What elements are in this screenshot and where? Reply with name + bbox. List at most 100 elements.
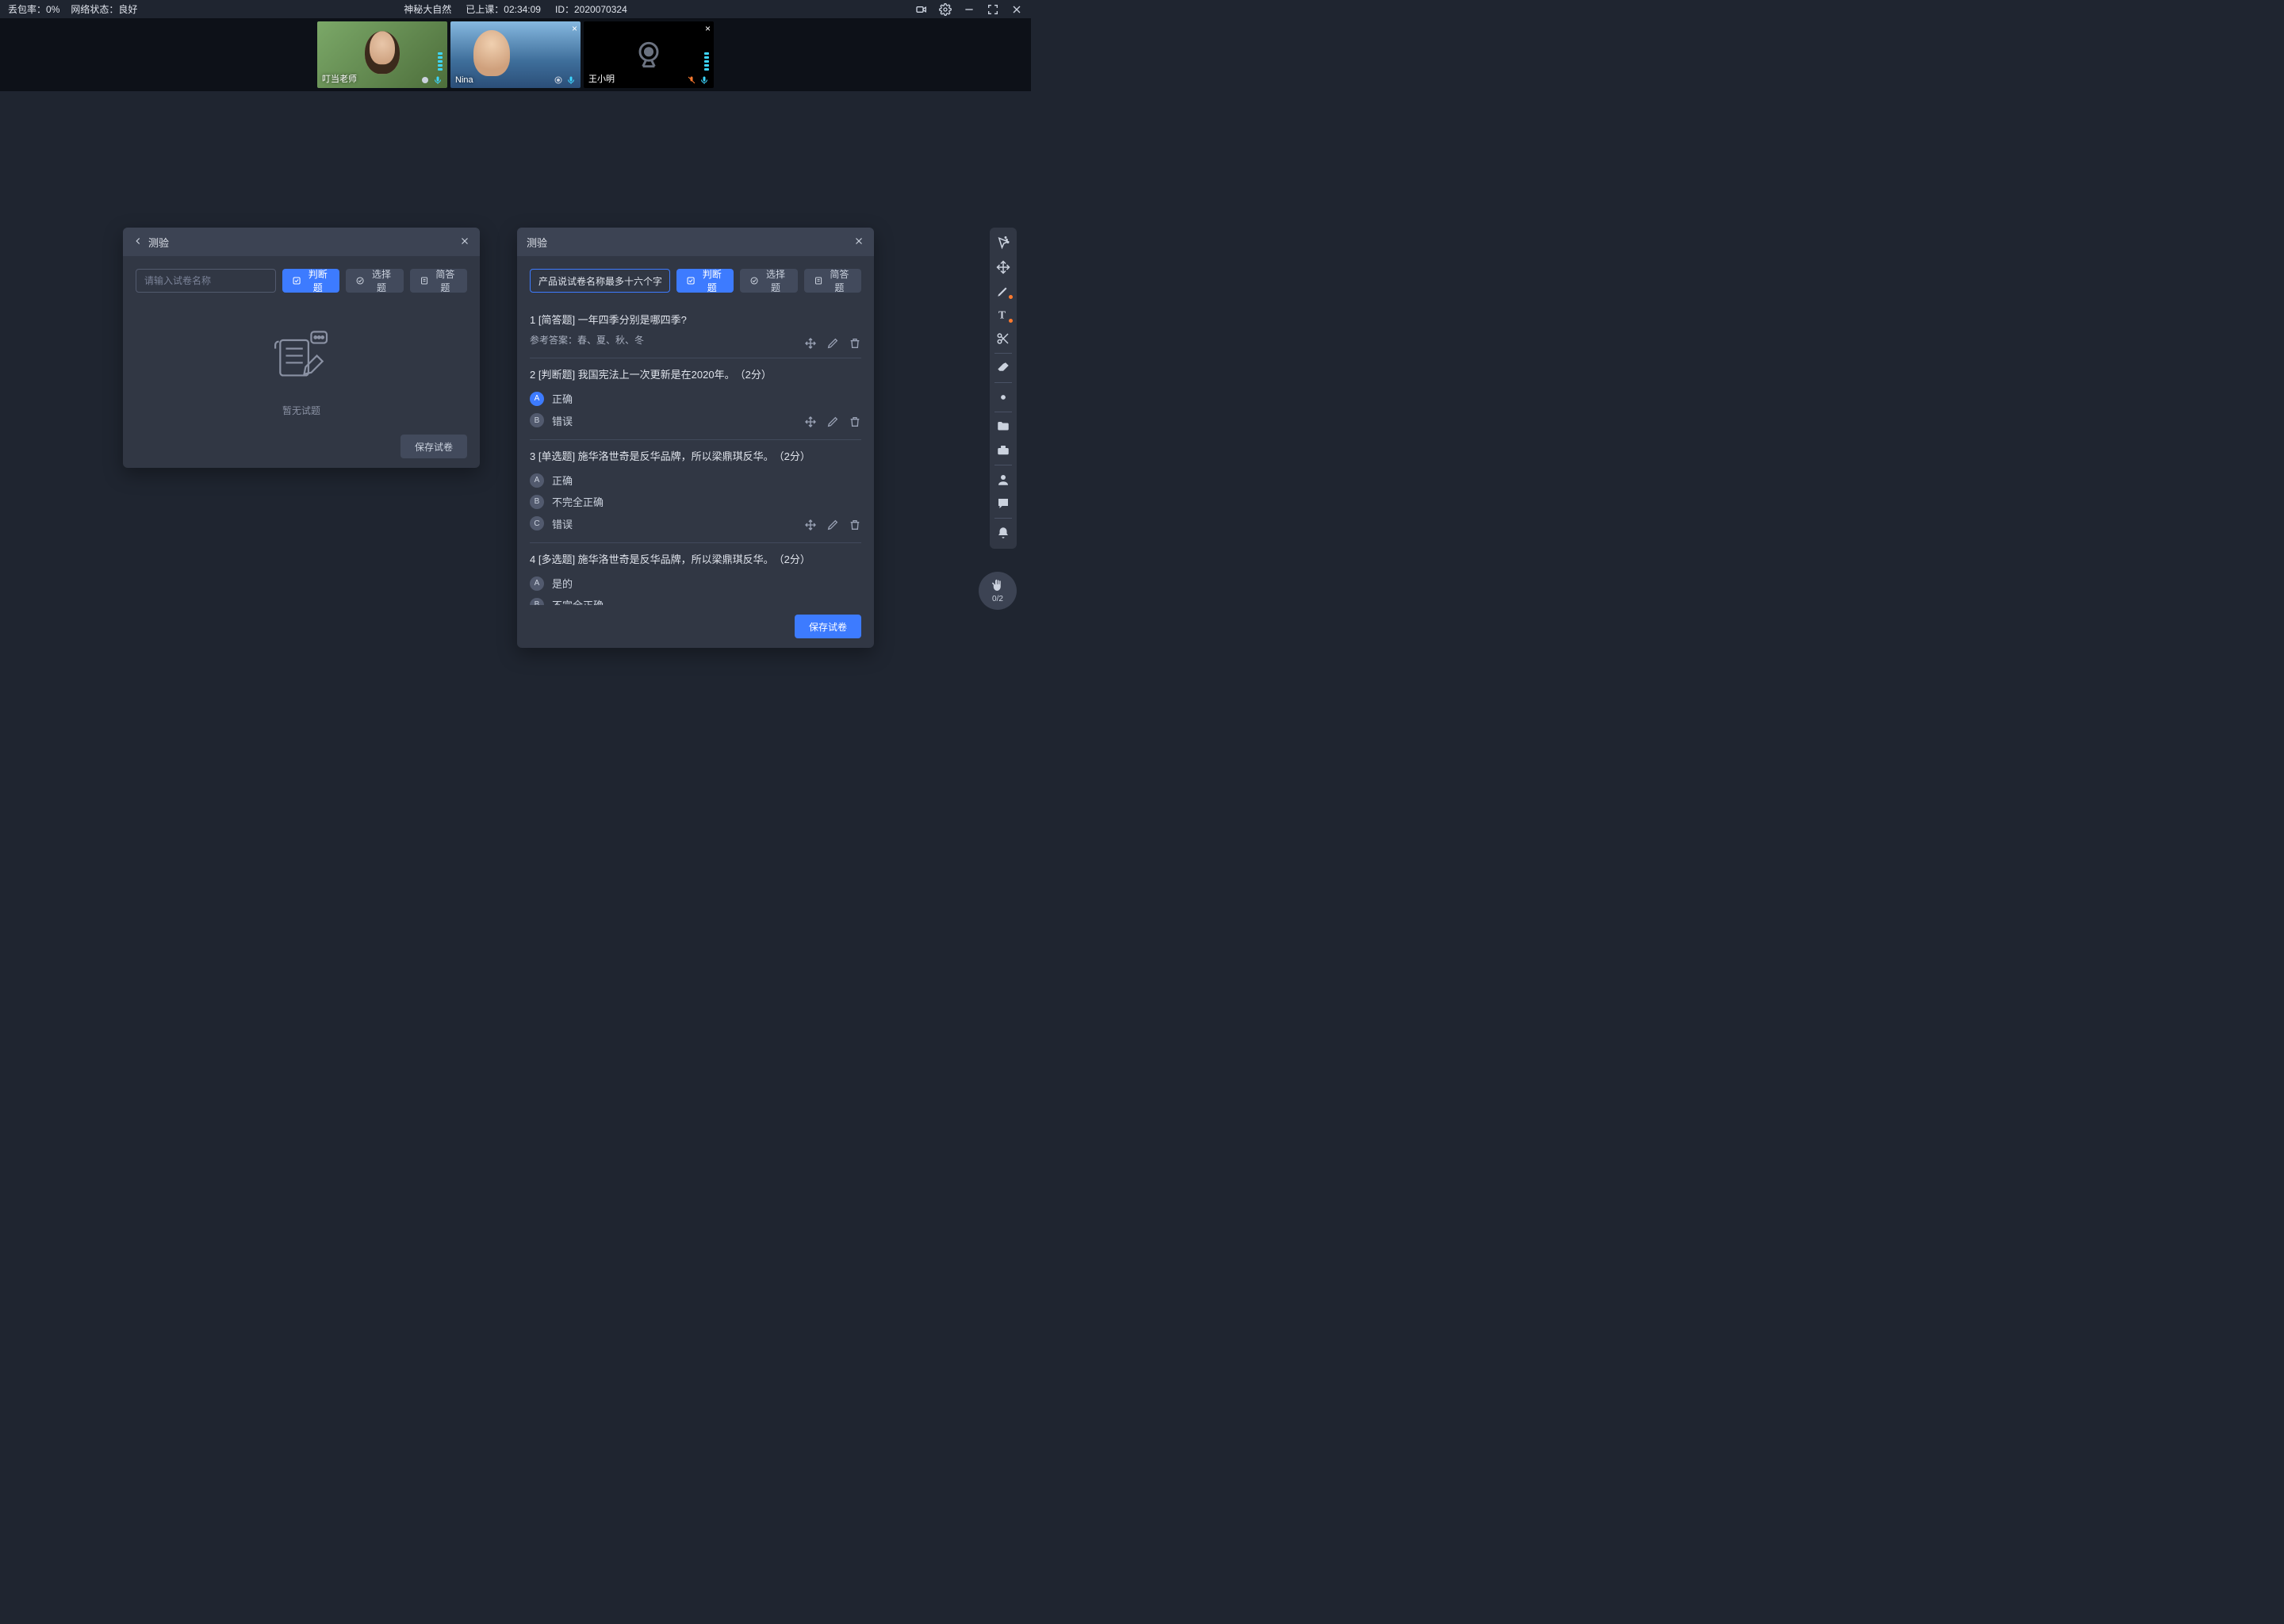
option-text: 是的 — [552, 576, 573, 591]
cursor-tool-icon[interactable] — [992, 232, 1014, 255]
question-title: 3 [单选题] 施华洛世奇是反华品牌，所以梁鼎琪反华。 （2分） — [530, 448, 861, 463]
eraser-tool-icon[interactable] — [992, 357, 1014, 379]
add-choice-button[interactable]: 选择题 — [740, 269, 797, 293]
edit-question-icon[interactable] — [826, 519, 839, 531]
close-icon[interactable] — [459, 236, 470, 249]
toolbox-icon[interactable] — [992, 439, 1014, 462]
participant-name: Nina — [455, 75, 473, 85]
move-tool-icon[interactable] — [992, 256, 1014, 278]
session-id: ID：2020070324 — [555, 2, 627, 16]
hand-icon — [991, 579, 1005, 593]
empty-text: 暂无试题 — [282, 404, 320, 417]
question-option[interactable]: A 正确 — [530, 469, 861, 491]
question-option[interactable]: B 不完全正确 — [530, 491, 861, 512]
add-short-answer-button[interactable]: 简答题 — [410, 269, 467, 293]
webcam-off-icon — [631, 37, 666, 72]
question-option[interactable]: A是的 — [530, 573, 861, 594]
move-question-icon[interactable] — [804, 337, 817, 350]
option-text: 不完全正确 — [552, 494, 604, 509]
option-key: B — [530, 495, 544, 509]
video-strip: 叮当老师 × Nina × 王小明 — [0, 18, 1031, 91]
badge-icon — [554, 75, 563, 85]
add-judge-button[interactable]: 判断题 — [282, 269, 339, 293]
question-item: 1 [简答题] 一年四季分别是哪四季?参考答案：春、夏、秋、冬 — [530, 304, 861, 358]
empty-quiz-icon — [266, 327, 337, 391]
move-question-icon[interactable] — [804, 519, 817, 531]
move-question-icon[interactable] — [804, 416, 817, 428]
video-tile-camera-off[interactable]: × 王小明 — [584, 21, 714, 88]
settings-icon[interactable] — [939, 3, 952, 16]
quiz-name-input[interactable] — [530, 269, 670, 293]
hand-raise-button[interactable]: 0/2 — [979, 572, 1017, 610]
mic-icon — [566, 75, 576, 85]
question-item: 3 [单选题] 施华洛世奇是反华品牌，所以梁鼎琪反华。 （2分） A 正确 B 不完全正… — [530, 440, 861, 543]
participant-name: 叮当老师 — [322, 72, 357, 85]
delete-question-icon[interactable] — [849, 337, 861, 350]
video-tile-student[interactable]: × Nina — [450, 21, 581, 88]
save-quiz-button[interactable]: 保存试卷 — [400, 435, 467, 458]
mic-icon — [433, 75, 443, 85]
close-icon[interactable] — [853, 236, 864, 249]
hand-raise-count: 0/2 — [992, 595, 1003, 603]
camera-toggle-icon[interactable] — [915, 3, 928, 16]
panel-title: 测验 — [527, 235, 853, 250]
pen-tool-icon[interactable] — [992, 280, 1014, 302]
option-text: 错误 — [552, 413, 573, 428]
minimize-icon[interactable] — [963, 3, 975, 16]
option-key: B — [530, 598, 544, 606]
elapsed-time: 已上课：02:34:09 — [466, 2, 541, 16]
svg-text:T: T — [998, 309, 1006, 321]
packet-loss: 丢包率：0% — [8, 2, 59, 16]
option-text: 不完全正确 — [552, 597, 604, 605]
add-short-answer-button[interactable]: 简答题 — [804, 269, 861, 293]
chat-icon[interactable] — [992, 492, 1014, 515]
question-option[interactable]: B 错误 — [530, 409, 861, 431]
scissors-tool-icon[interactable] — [992, 327, 1014, 350]
option-key: B — [530, 413, 544, 427]
color-picker-icon[interactable] — [992, 386, 1014, 408]
question-option[interactable]: C 错误 — [530, 512, 861, 534]
option-key: A — [530, 392, 544, 406]
question-option[interactable]: A 正确 — [530, 388, 861, 409]
question-title: 4 [多选题] 施华洛世奇是反华品牌，所以梁鼎琪反华。 （2分） — [530, 551, 861, 566]
question-title: 2 [判断题] 我国宪法上一次更新是在2020年。 （2分） — [530, 366, 861, 381]
video-tile-teacher[interactable]: 叮当老师 — [317, 21, 447, 88]
tile-close-icon[interactable]: × — [705, 23, 711, 34]
quiz-panel-filled: 测验 判断题 选择题 简答题 1 [简答题] 一年四季分别是哪四季?参考答案：春… — [517, 228, 874, 648]
edit-question-icon[interactable] — [826, 337, 839, 350]
topbar: 丢包率：0% 网络状态：良好 神秘大自然 已上课：02:34:09 ID：202… — [0, 0, 1031, 18]
option-text: 正确 — [552, 473, 573, 488]
option-key: A — [530, 473, 544, 488]
fullscreen-icon[interactable] — [987, 3, 999, 16]
badge-icon — [420, 75, 430, 85]
mic-icon — [699, 75, 709, 85]
text-tool-icon[interactable]: T — [992, 304, 1014, 326]
quiz-name-input[interactable] — [136, 269, 276, 293]
back-icon[interactable] — [132, 236, 145, 249]
user-icon[interactable] — [992, 469, 1014, 491]
tile-close-icon[interactable]: × — [572, 23, 577, 34]
mic-muted-icon — [687, 75, 696, 85]
folder-icon[interactable] — [992, 416, 1014, 438]
close-window-icon[interactable] — [1010, 3, 1023, 16]
question-item: 4 [多选题] 施华洛世奇是反华品牌，所以梁鼎琪反华。 （2分） A是的 B 不完全正… — [530, 543, 861, 605]
add-choice-button[interactable]: 选择题 — [346, 269, 403, 293]
question-option[interactable]: B 不完全正确 — [530, 594, 861, 605]
add-judge-button[interactable]: 判断题 — [676, 269, 734, 293]
course-title: 神秘大自然 — [404, 2, 451, 16]
audio-level-icon — [704, 47, 709, 71]
save-quiz-button[interactable]: 保存试卷 — [795, 615, 861, 638]
option-key: C — [530, 516, 544, 530]
question-item: 2 [判断题] 我国宪法上一次更新是在2020年。 （2分） A 正确 B 错误 — [530, 358, 861, 440]
edit-question-icon[interactable] — [826, 416, 839, 428]
quiz-panel-empty: 测验 判断题 选择题 简答题 暂无试题 保存试卷 — [123, 228, 480, 468]
delete-question-icon[interactable] — [849, 519, 861, 531]
option-text: 错误 — [552, 516, 573, 531]
participant-name: 王小明 — [588, 72, 615, 85]
bell-icon[interactable] — [992, 522, 1014, 544]
network-status: 网络状态：良好 — [71, 2, 137, 16]
reference-answer: 参考答案：春、夏、秋、冬 — [530, 333, 644, 347]
panel-title: 测验 — [148, 235, 459, 250]
delete-question-icon[interactable] — [849, 416, 861, 428]
option-text: 正确 — [552, 391, 573, 406]
